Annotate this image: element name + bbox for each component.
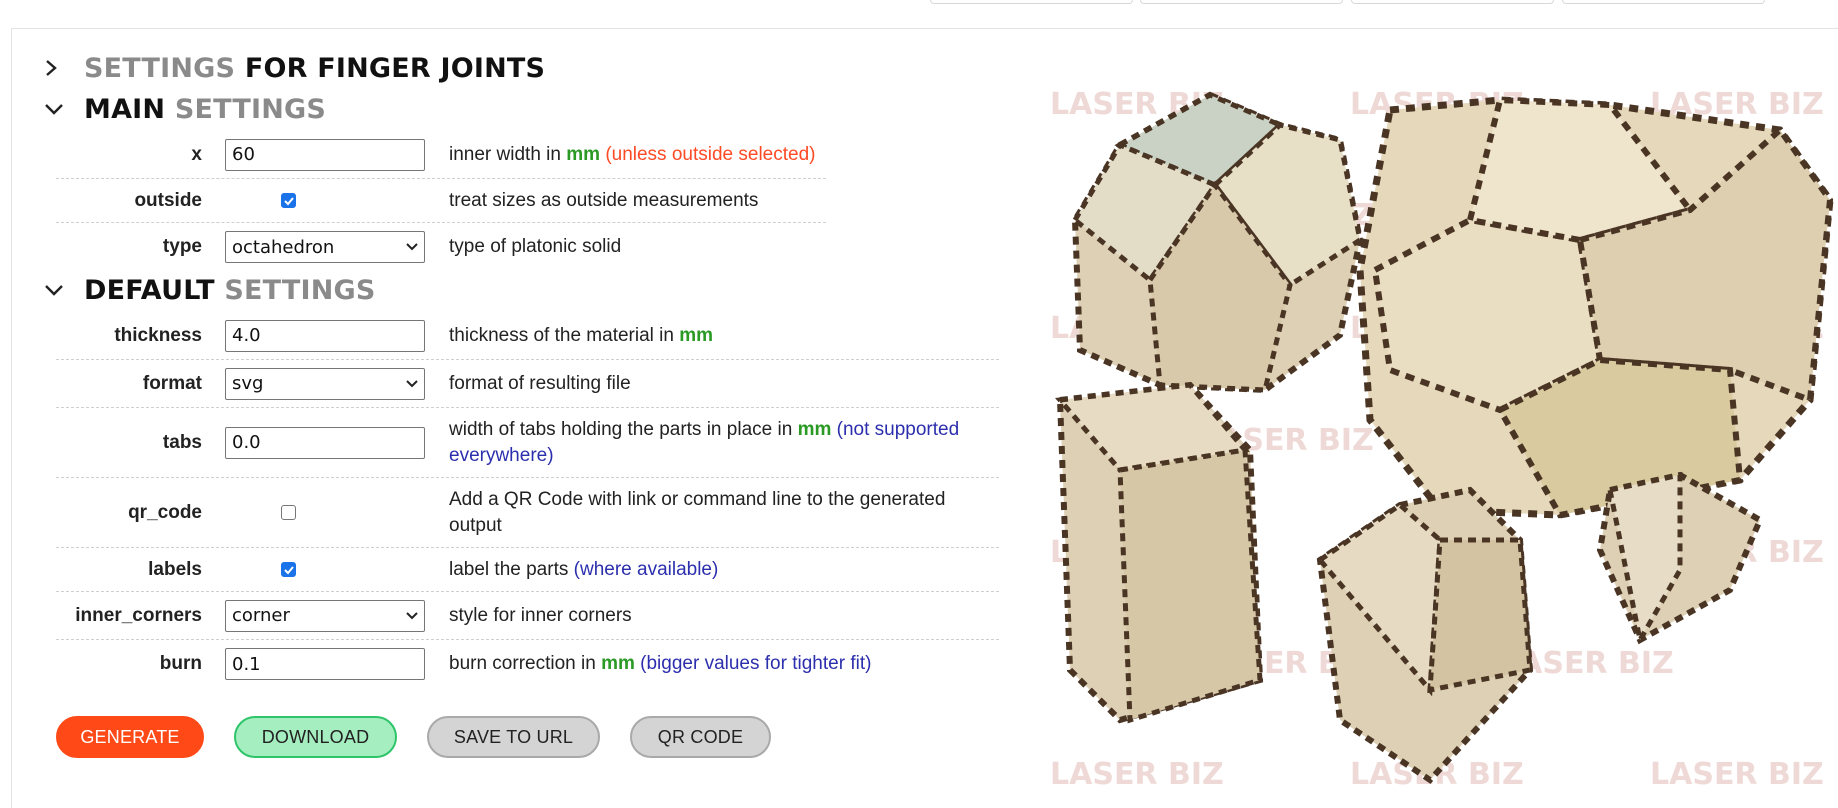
burn-input[interactable] <box>225 648 425 680</box>
top-tab[interactable] <box>1351 0 1554 4</box>
generate-button[interactable]: GENERATE <box>56 716 204 758</box>
setting-row-type: type octahedron type of platonic solid <box>56 223 826 271</box>
setting-row-labels: labels label the parts (where available) <box>56 548 999 592</box>
setting-label: thickness <box>114 324 202 346</box>
download-button[interactable]: DOWNLOAD <box>234 716 397 758</box>
top-tab[interactable] <box>930 0 1133 4</box>
select-value: svg <box>232 373 264 394</box>
setting-description: style for inner corners <box>449 604 632 626</box>
setting-description: format of resulting file <box>449 372 631 394</box>
qr-code-checkbox[interactable] <box>281 505 296 520</box>
select-value: octahedron <box>232 236 335 258</box>
section-title-word1: DEFAULT <box>84 274 215 306</box>
chevron-right-icon <box>44 59 84 77</box>
setting-row-inner-corners: inner_corners corner style for inner cor… <box>56 592 999 640</box>
setting-row-qr-code: qr_code Add a QR Code with link or comma… <box>56 478 999 548</box>
setting-description: Add a QR Code with link or command line … <box>449 488 946 536</box>
outside-checkbox[interactable] <box>281 193 296 208</box>
setting-label: burn <box>159 653 202 674</box>
section-title-word2: SETTINGS <box>174 93 327 125</box>
note-text: (where available) <box>573 558 719 580</box>
section-title-word1: SETTINGS <box>84 52 236 84</box>
setting-label: x <box>191 143 202 165</box>
save-to-url-button[interactable]: SAVE TO URL <box>427 716 600 758</box>
setting-description: width of tabs holding the parts in place… <box>449 408 1009 477</box>
top-tab[interactable] <box>1562 0 1765 4</box>
watermark-text: LASER BIZ <box>1650 757 1824 789</box>
chevron-down-icon <box>406 243 418 251</box>
setting-row-x: x inner width in mm (unless outside sele… <box>56 131 826 179</box>
chevron-down-icon <box>44 283 84 297</box>
tetrahedron-model <box>1596 471 1764 648</box>
tabs-input[interactable] <box>225 426 425 459</box>
dodecahedron-model <box>1356 96 1834 519</box>
check-icon <box>283 196 294 205</box>
desc-text: inner width in <box>449 143 567 165</box>
labels-checkbox[interactable] <box>281 562 296 577</box>
setting-label: outside <box>134 189 202 211</box>
setting-label: inner_corners <box>75 604 202 626</box>
desc-text: thickness of the material in <box>449 324 680 346</box>
setting-label: type <box>162 236 202 257</box>
section-title-word2: SETTINGS <box>224 274 376 306</box>
setting-description: type of platonic solid <box>449 236 622 257</box>
setting-row-format: format svg format of resulting file <box>56 360 999 408</box>
platonic-solids-photo: LASER BIZ LASER BIZ LASER BIZ LASER BIZ … <box>1040 70 1838 792</box>
setting-description: burn correction in mm (bigger values for… <box>449 640 1009 688</box>
desc-text: burn correction in <box>449 653 602 674</box>
section-main-settings-header[interactable]: MAIN SETTINGS <box>44 91 326 127</box>
setting-description: label the parts (where available) <box>449 548 1009 591</box>
unit-text: mm <box>797 418 832 440</box>
section-finger-joints-header[interactable]: SETTINGS FOR FINGER JOINTS <box>44 50 545 86</box>
x-input[interactable] <box>225 138 425 171</box>
octahedron-model <box>1316 486 1534 784</box>
setting-row-thickness: thickness thickness of the material in m… <box>56 312 999 360</box>
select-value: corner <box>232 605 290 626</box>
type-select[interactable]: octahedron <box>225 231 425 263</box>
setting-description: inner width in mm (unless outside select… <box>449 131 1009 178</box>
setting-description: thickness of the material in mm <box>449 312 1009 359</box>
top-tab[interactable] <box>1140 0 1343 4</box>
note-text: (bigger values for tighter fit) <box>640 653 872 674</box>
qr-code-button[interactable]: QR CODE <box>630 716 771 758</box>
section-title-word2: FOR FINGER JOINTS <box>244 52 546 84</box>
desc-text: width of tabs holding the parts in place… <box>449 418 798 440</box>
cube-model <box>1055 381 1264 724</box>
chevron-down-icon <box>406 611 418 619</box>
chevron-down-icon <box>44 102 84 116</box>
unit-text: mm <box>679 324 714 346</box>
setting-row-tabs: tabs width of tabs holding the parts in … <box>56 408 999 478</box>
setting-label: labels <box>148 558 202 580</box>
setting-label: qr_code <box>128 501 202 523</box>
setting-label: tabs <box>162 431 202 453</box>
icosahedron-model <box>1071 91 1364 394</box>
chevron-down-icon <box>406 379 418 387</box>
section-title-word1: MAIN <box>84 93 166 125</box>
setting-description: treat sizes as outside measurements <box>449 189 759 211</box>
setting-row-outside: outside treat sizes as outside measureme… <box>56 179 826 223</box>
note-text: (unless outside selected) <box>605 143 816 165</box>
inner-corners-select[interactable]: corner <box>225 599 425 632</box>
desc-text: label the parts <box>449 558 574 580</box>
section-default-settings-header[interactable]: DEFAULT SETTINGS <box>44 272 376 308</box>
setting-row-burn: burn burn correction in mm (bigger value… <box>56 640 999 688</box>
check-icon <box>283 565 294 574</box>
format-select[interactable]: svg <box>225 367 425 400</box>
unit-text: mm <box>601 653 635 674</box>
watermark-text: LASER BIZ <box>1050 757 1224 789</box>
thickness-input[interactable] <box>225 319 425 352</box>
setting-label: format <box>142 372 202 394</box>
unit-text: mm <box>566 143 601 165</box>
